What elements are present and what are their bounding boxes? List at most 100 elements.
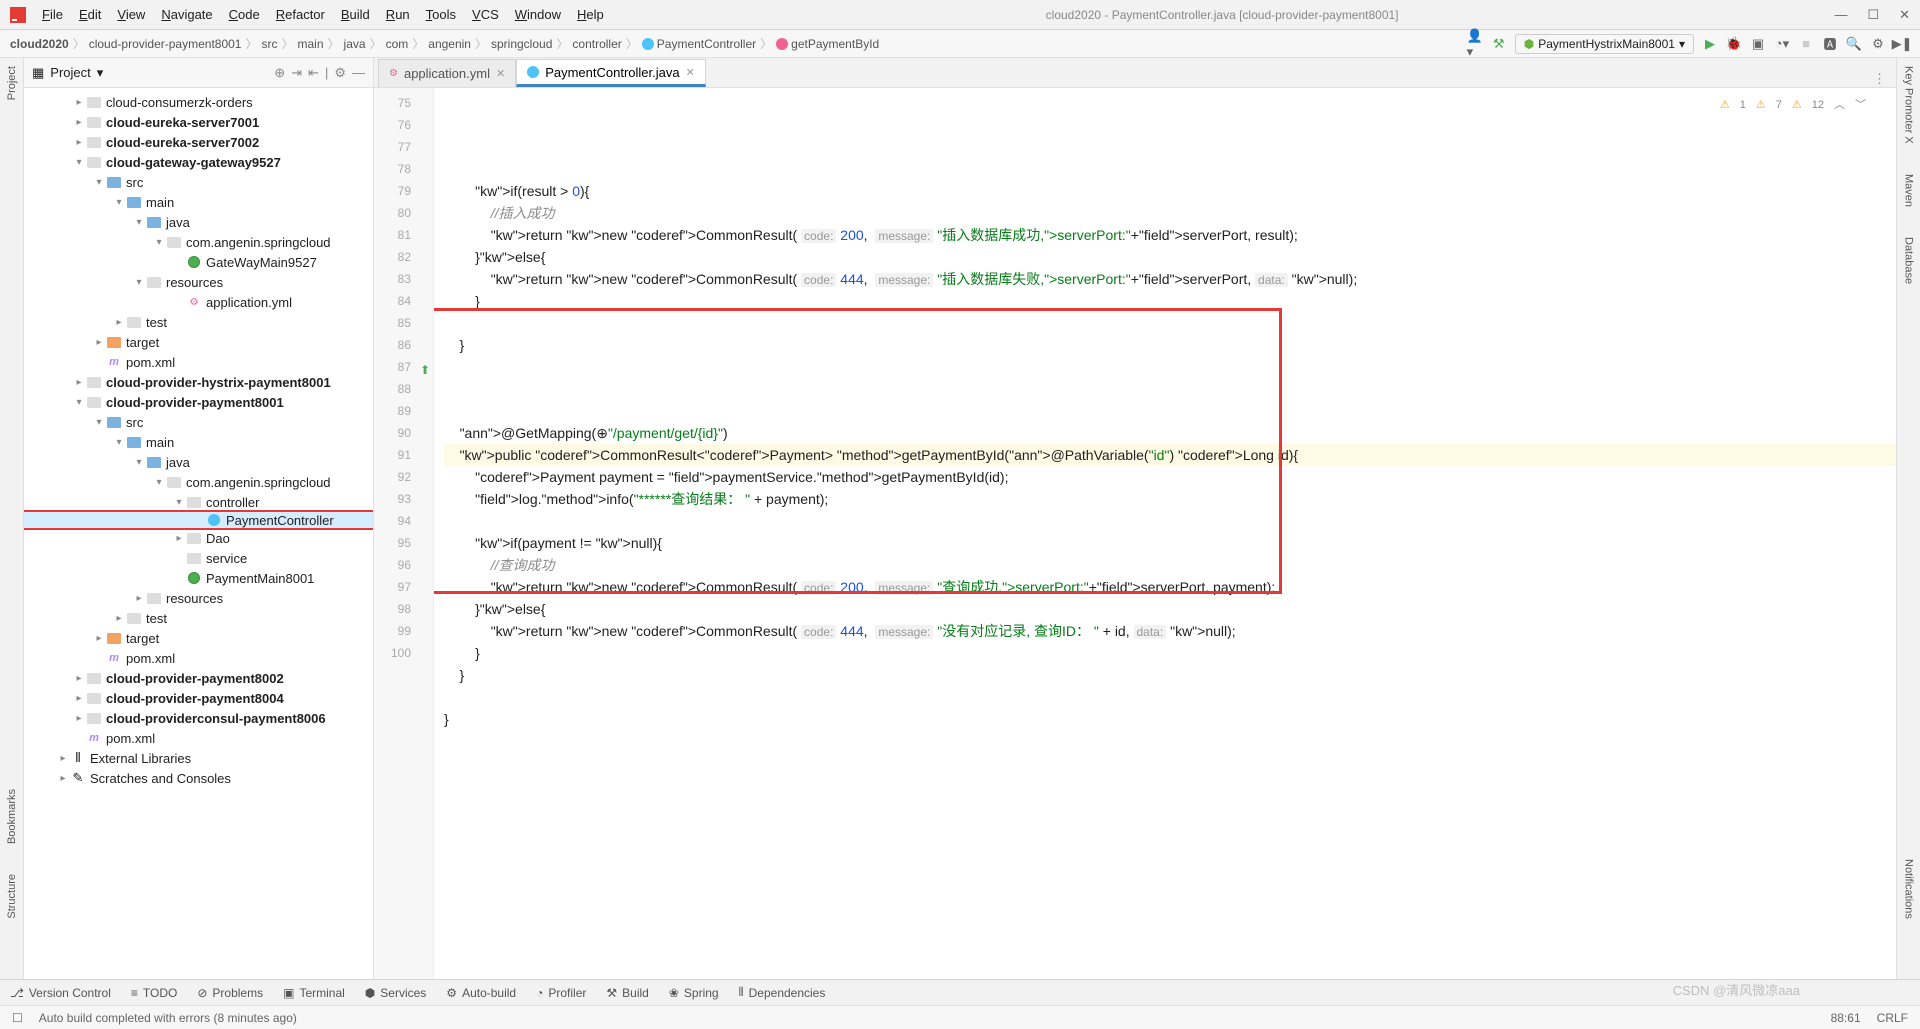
code-line[interactable]: "ann">@GetMapping(⊕"/payment/get/{id}") — [444, 422, 1896, 444]
tree-item[interactable]: ▸cloud-provider-payment8002 — [24, 668, 373, 688]
rail-keypromoter[interactable]: Key Promoter X — [1903, 66, 1915, 144]
code-line[interactable]: //查询成功 — [444, 554, 1896, 576]
code-line[interactable]: }"kw">else{ — [444, 598, 1896, 620]
chevron-icon[interactable]: ▾ — [152, 477, 166, 488]
breadcrumb[interactable]: cloud2020〉cloud-provider-payment8001〉src… — [10, 35, 879, 52]
gutter-line[interactable]: 77 — [374, 136, 433, 158]
tree-item[interactable]: ▾src — [24, 172, 373, 192]
chevron-icon[interactable]: ▾ — [132, 277, 146, 288]
chevron-icon[interactable]: ▸ — [92, 337, 106, 348]
editor-tabs[interactable]: ⚙application.yml✕PaymentController.java✕… — [374, 58, 1896, 88]
hide-panel-icon[interactable]: — — [352, 65, 365, 81]
bottom-tool-spring[interactable]: ❀Spring — [669, 986, 719, 1000]
gutter-line[interactable]: 91 — [374, 444, 433, 466]
editor-tab[interactable]: PaymentController.java✕ — [516, 59, 706, 87]
gutter-line[interactable]: 83 — [374, 268, 433, 290]
bottom-tool-bar[interactable]: ⎇Version Control≡TODO⊘Problems▣Terminal⬢… — [0, 979, 1920, 1005]
settings-icon[interactable]: ⚙ — [1870, 36, 1886, 52]
gutter-line[interactable]: 92 — [374, 466, 433, 488]
chevron-icon[interactable]: ▾ — [112, 437, 126, 448]
tree-item[interactable]: ⚙application.yml — [24, 292, 373, 312]
code-line[interactable]: "kw">return "kw">new "coderef">CommonRes… — [444, 224, 1896, 246]
code-line[interactable]: "kw">return "kw">new "coderef">CommonRes… — [444, 576, 1896, 598]
gutter-line[interactable]: 95 — [374, 532, 433, 554]
code-line[interactable]: }"kw">else{ — [444, 246, 1896, 268]
tree-item[interactable]: ▾com.angenin.springcloud — [24, 232, 373, 252]
run-anything-icon[interactable]: ▶❚ — [1894, 36, 1910, 52]
code-line[interactable] — [444, 510, 1896, 532]
user-icon[interactable]: 👤▾ — [1467, 36, 1483, 52]
menu-tools[interactable]: Tools — [420, 5, 462, 24]
breadcrumb-item[interactable]: controller — [572, 37, 621, 51]
breadcrumb-item[interactable]: java — [344, 37, 366, 51]
tree-item[interactable]: mpom.xml — [24, 648, 373, 668]
caret-position[interactable]: 88:61 — [1831, 1011, 1861, 1025]
bottom-tool-auto-build[interactable]: ⚙Auto-build — [446, 986, 516, 1000]
gutter-line[interactable]: 97 — [374, 576, 433, 598]
minimize-icon[interactable]: — — [1834, 7, 1847, 23]
chevron-icon[interactable]: ▸ — [92, 633, 106, 644]
tree-item[interactable]: ▾controller — [24, 492, 373, 512]
code-line[interactable]: "coderef">Payment payment = "field">paym… — [444, 466, 1896, 488]
tree-item[interactable]: ▸cloud-provider-hystrix-payment8001 — [24, 372, 373, 392]
gutter-line[interactable]: 78 — [374, 158, 433, 180]
tree-item[interactable]: ▸cloud-provider-payment8004 — [24, 688, 373, 708]
tree-item[interactable]: ▾src — [24, 412, 373, 432]
bottom-tool-services[interactable]: ⬢Services — [365, 986, 427, 1000]
tab-more-icon[interactable]: ⋮ — [1863, 71, 1896, 87]
select-opened-icon[interactable]: ⊕ — [274, 65, 285, 81]
right-tool-rail[interactable]: Key Promoter X Maven Database Notificati… — [1896, 58, 1920, 979]
breadcrumb-item[interactable]: springcloud — [491, 37, 552, 51]
chevron-icon[interactable]: ▾ — [112, 197, 126, 208]
breadcrumb-item[interactable]: src — [262, 37, 278, 51]
code-line[interactable]: } — [444, 664, 1896, 686]
chevron-icon[interactable]: ▸ — [132, 593, 146, 604]
gutter-line[interactable]: 96 — [374, 554, 433, 576]
gutter-line[interactable]: 75 — [374, 92, 433, 114]
translate-icon[interactable]: 🅰 — [1822, 36, 1838, 52]
menu-run[interactable]: Run — [380, 5, 416, 24]
problems-indicator[interactable]: ⚠1 ⚠7 ⚠12 ︿ ﹀ — [1720, 94, 1866, 116]
rail-project[interactable]: Project — [6, 66, 18, 100]
code-line[interactable] — [444, 158, 1896, 180]
menu-edit[interactable]: Edit — [73, 5, 107, 24]
code-line[interactable]: "field">log."method">info("******查询结果： "… — [444, 488, 1896, 510]
run-config-selector[interactable]: ⬢ PaymentHystrixMain8001 ▾ — [1515, 34, 1694, 54]
search-icon[interactable]: 🔍 — [1846, 36, 1862, 52]
code-line[interactable]: } — [444, 642, 1896, 664]
chevron-icon[interactable]: ▾ — [172, 497, 186, 508]
code-line[interactable]: } — [444, 708, 1896, 730]
close-icon[interactable]: ✕ — [1899, 7, 1910, 23]
chevron-icon[interactable]: ▸ — [72, 97, 86, 108]
close-tab-icon[interactable]: ✕ — [496, 67, 505, 80]
code-line[interactable] — [444, 378, 1896, 400]
tree-item[interactable]: ▾com.angenin.springcloud — [24, 472, 373, 492]
coverage-button[interactable]: ▣ — [1750, 36, 1766, 52]
code-line[interactable]: } — [444, 334, 1896, 356]
chevron-down-icon[interactable]: ▾ — [97, 65, 104, 81]
chevron-icon[interactable]: ▾ — [72, 157, 86, 168]
gutter-line[interactable]: 76 — [374, 114, 433, 136]
bottom-tool-problems[interactable]: ⊘Problems — [197, 986, 263, 1000]
code-line[interactable]: //插入成功 — [444, 202, 1896, 224]
menu-code[interactable]: Code — [223, 5, 266, 24]
project-tree[interactable]: ▸cloud-consumerzk-orders▸cloud-eureka-se… — [24, 88, 373, 979]
bottom-tool-build[interactable]: ⚒Build — [606, 986, 648, 1000]
menu-help[interactable]: Help — [571, 5, 610, 24]
gutter-line[interactable]: 79 — [374, 180, 433, 202]
code-line[interactable]: "kw">public "coderef">CommonResult<"code… — [444, 444, 1896, 466]
chevron-icon[interactable]: ▸ — [72, 673, 86, 684]
gutter-line[interactable]: 89 — [374, 400, 433, 422]
rail-bookmarks[interactable]: Bookmarks — [6, 789, 18, 844]
tree-item[interactable]: ▾cloud-provider-payment8001 — [24, 392, 373, 412]
override-icon[interactable]: ⬆ — [416, 359, 430, 373]
breadcrumb-item[interactable]: com — [386, 37, 409, 51]
menu-build[interactable]: Build — [335, 5, 376, 24]
gutter-line[interactable]: 80 — [374, 202, 433, 224]
gear-icon[interactable]: ⚙ — [334, 65, 346, 81]
breadcrumb-class[interactable]: PaymentController — [642, 37, 756, 51]
tree-item[interactable]: ▾cloud-gateway-gateway9527 — [24, 152, 373, 172]
code-line[interactable] — [444, 356, 1896, 378]
chevron-up-icon[interactable]: ︿ — [1834, 94, 1845, 116]
gutter-line[interactable]: 93 — [374, 488, 433, 510]
